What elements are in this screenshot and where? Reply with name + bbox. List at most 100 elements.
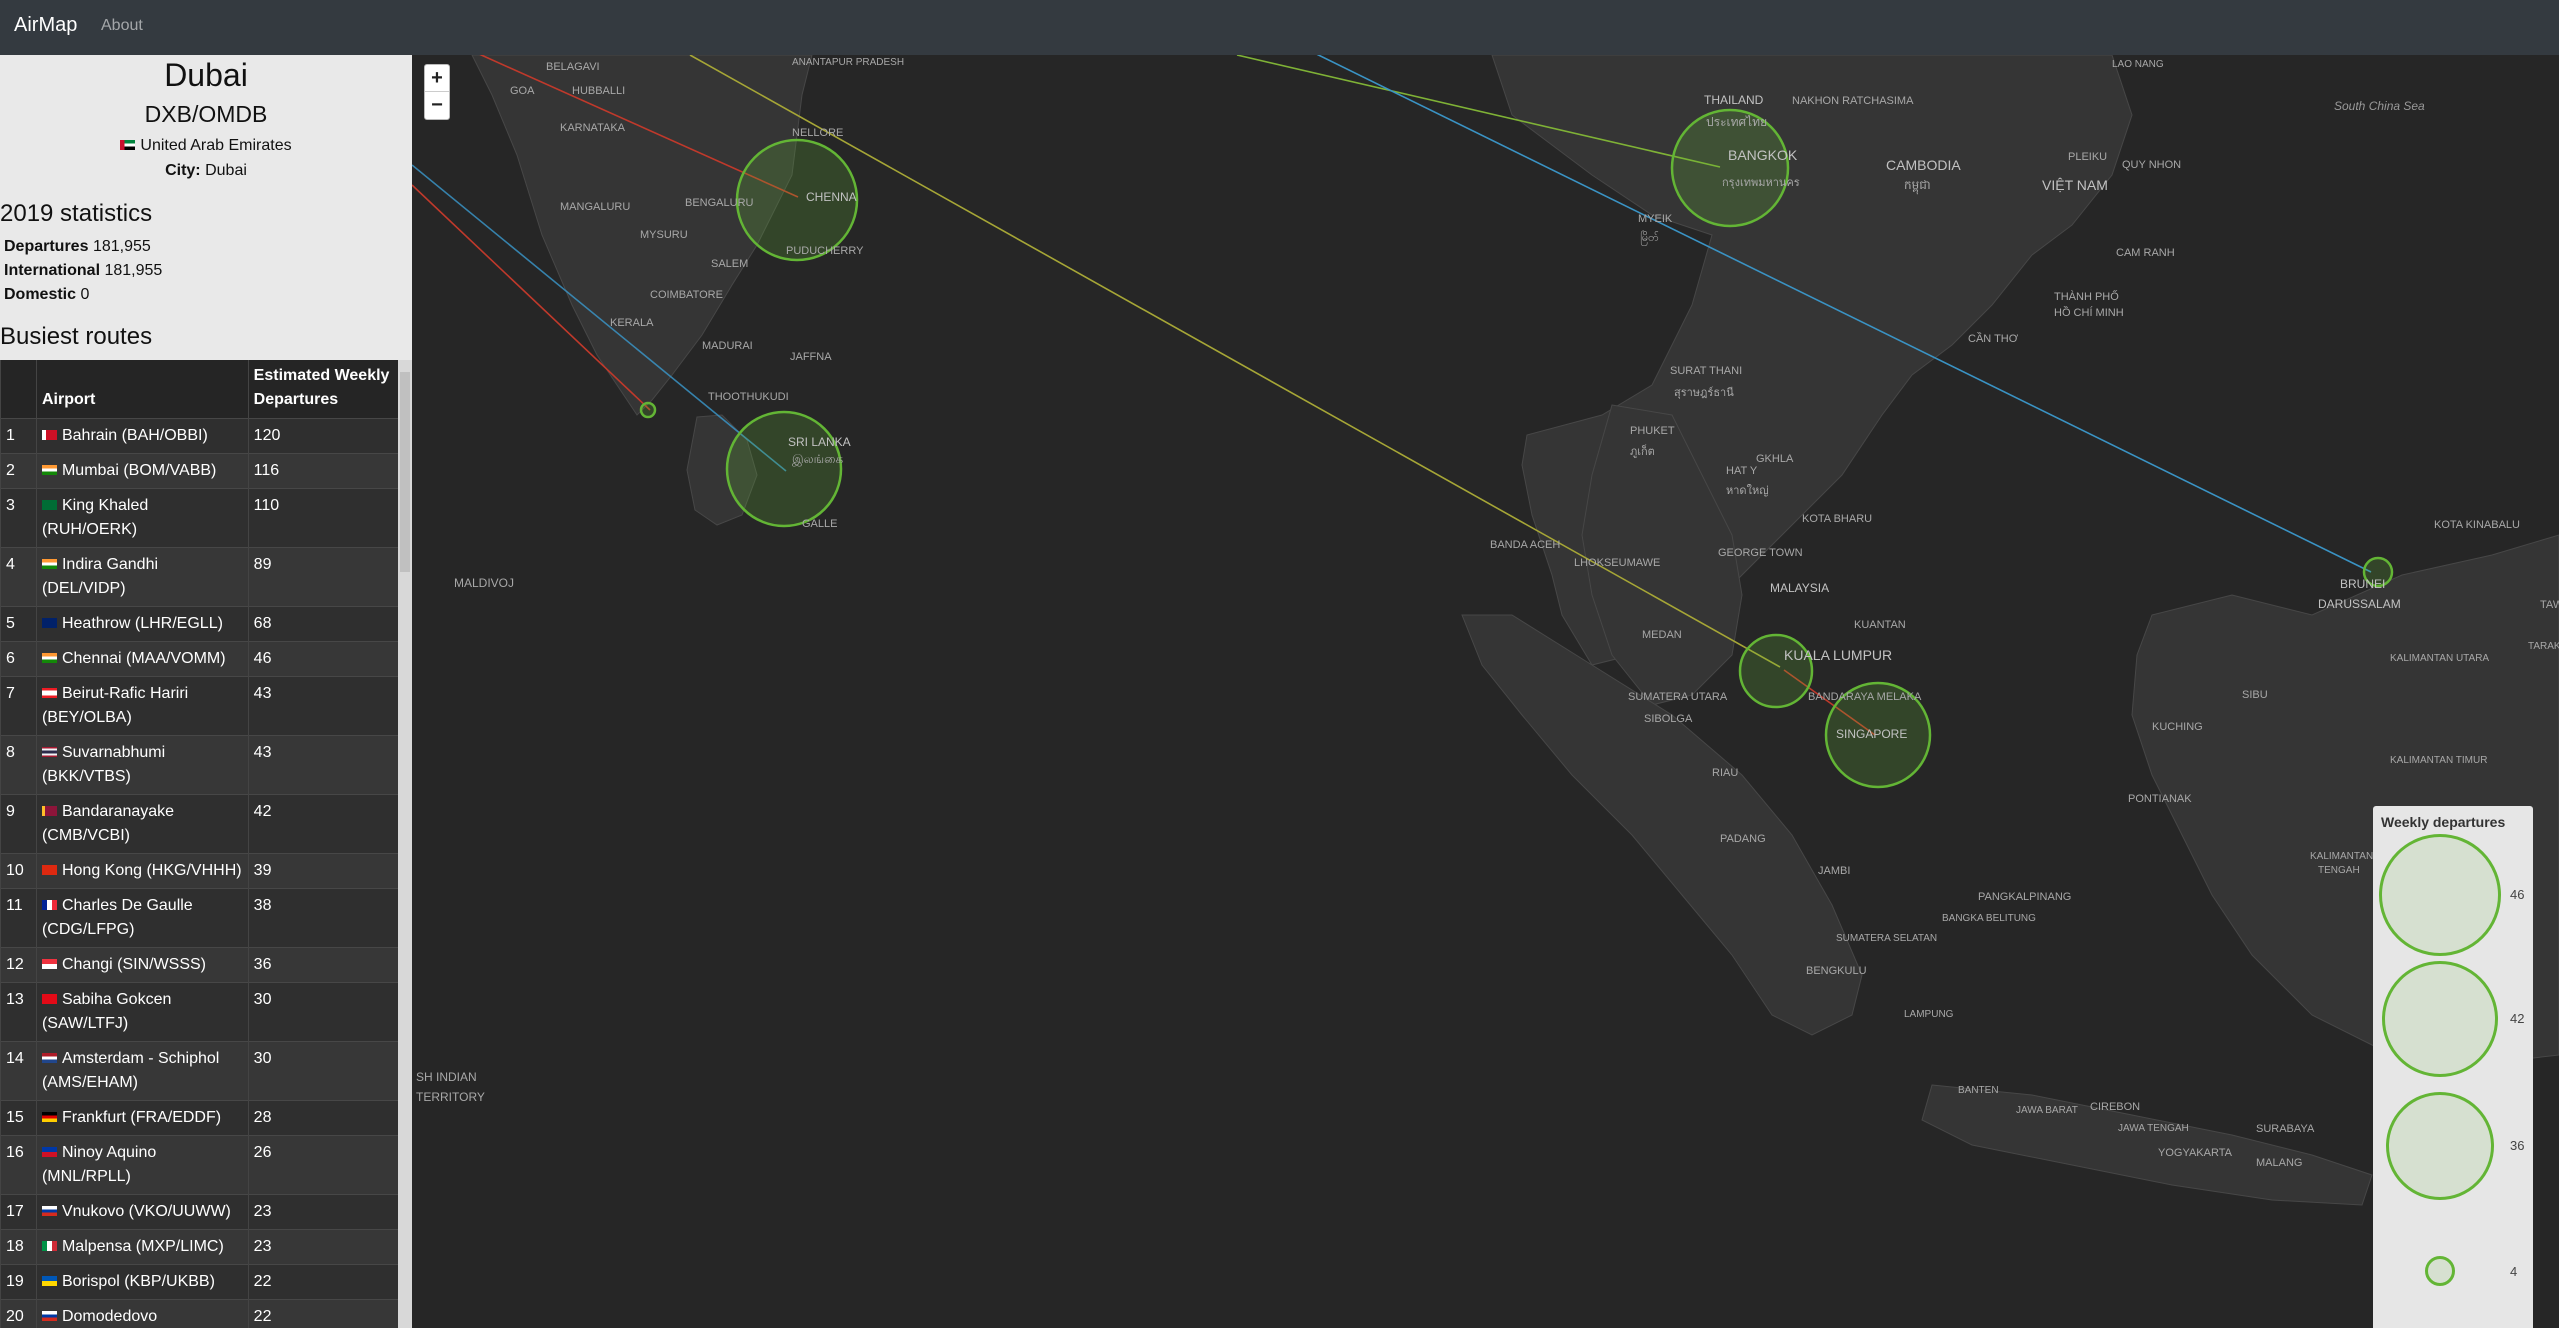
- stat-value: 181,955: [92, 238, 151, 255]
- city-value: Dubai: [205, 162, 247, 179]
- table-row[interactable]: 9 Bandaranayake (CMB/VCBI) 42: [0, 794, 398, 854]
- route-airport-name[interactable]: Beirut-Rafic Hariri (BEY/OLBA): [42, 685, 188, 726]
- table-row[interactable]: 13 Sabiha Gokcen (SAW/LTFJ) 30: [0, 982, 398, 1042]
- place-label: THAILAND: [1704, 93, 1764, 107]
- table-row[interactable]: 8 Suvarnabhumi (BKK/VTBS) 43: [0, 735, 398, 795]
- stat-international: International 181,955: [4, 262, 162, 280]
- route-airport-cell[interactable]: Amsterdam - Schiphol (AMS/EHAM): [35, 1041, 249, 1101]
- route-airport-name[interactable]: Indira Gandhi (DEL/VIDP): [42, 556, 158, 597]
- map-canvas[interactable]: BELAGAVI ANANTAPUR PRADESH GOA HUBBALLI …: [412, 55, 2559, 1328]
- route-airport-cell[interactable]: Mumbai (BOM/VABB): [35, 453, 249, 489]
- place-label: MALANG: [2256, 1157, 2303, 1169]
- airport-marker-kuala-lumpur: [1738, 633, 1814, 709]
- place-label: COIMBATORE: [650, 289, 723, 301]
- table-row[interactable]: 1 Bahrain (BAH/OBBI) 120: [0, 418, 398, 454]
- route-airport-cell[interactable]: Changi (SIN/WSSS): [35, 947, 249, 983]
- route-airport-name[interactable]: Hong Kong (HKG/VHHH): [62, 862, 242, 879]
- route-airport-name[interactable]: Ninoy Aquino (MNL/RPLL): [42, 1144, 156, 1185]
- legend-title: Weekly departures: [2381, 814, 2506, 830]
- table-row[interactable]: 3 King Khaled (RUH/OERK) 110: [0, 488, 398, 548]
- table-scrollbar[interactable]: [398, 360, 412, 1328]
- country-flag-icon: [41, 687, 57, 698]
- route-airport-cell[interactable]: Beirut-Rafic Hariri (BEY/OLBA): [35, 676, 249, 736]
- route-airport-cell[interactable]: King Khaled (RUH/OERK): [35, 488, 249, 548]
- route-departures: 43: [247, 676, 398, 736]
- route-airport-name[interactable]: Charles De Gaulle (CDG/LFPG): [42, 897, 193, 938]
- place-label: SINGAPORE: [1836, 727, 1908, 741]
- table-row[interactable]: 19 Borispol (KBP/UKBB) 22: [0, 1264, 398, 1300]
- table-row[interactable]: 6 Chennai (MAA/VOMM) 46: [0, 641, 398, 677]
- route-airport-cell[interactable]: Chennai (MAA/VOMM): [35, 641, 249, 677]
- route-airport-cell[interactable]: Indira Gandhi (DEL/VIDP): [35, 547, 249, 607]
- airport-country: United Arab Emirates: [0, 137, 412, 155]
- route-airport-cell[interactable]: Suvarnabhumi (BKK/VTBS): [35, 735, 249, 795]
- table-row[interactable]: 20Domodedovo (DME/UUDD) 22: [0, 1299, 398, 1328]
- table-row[interactable]: 16 Ninoy Aquino (MNL/RPLL) 26: [0, 1135, 398, 1195]
- airport-header[interactable]: Airport: [35, 360, 249, 419]
- route-airport-name[interactable]: Changi (SIN/WSSS): [62, 956, 206, 973]
- route-airport-cell[interactable]: Frankfurt (FRA/EDDF): [35, 1100, 249, 1136]
- route-airport-name[interactable]: Mumbai (BOM/VABB): [62, 462, 216, 479]
- java-land: [1921, 1084, 2373, 1206]
- route-airport-cell[interactable]: Vnukovo (VKO/UUWW): [35, 1194, 249, 1230]
- country-flag-icon: [41, 652, 57, 663]
- place-label: กรุงเทพมหานคร: [1722, 177, 1800, 189]
- place-label: MYEIK: [1638, 213, 1673, 225]
- departures-header[interactable]: Estimated Weekly Departures: [247, 360, 398, 419]
- table-row[interactable]: 18 Malpensa (MXP/LIMC) 23: [0, 1229, 398, 1265]
- route-airport-name[interactable]: Heathrow (LHR/EGLL): [62, 615, 223, 632]
- route-airport-name[interactable]: Amsterdam - Schiphol (AMS/EHAM): [42, 1050, 219, 1091]
- route-airport-cell[interactable]: Malpensa (MXP/LIMC): [35, 1229, 249, 1265]
- table-row[interactable]: 12 Changi (SIN/WSSS) 36: [0, 947, 398, 983]
- place-label: SIBOLGA: [1644, 713, 1693, 725]
- route-departures: 120: [247, 418, 398, 454]
- route-airport-name[interactable]: Sabiha Gokcen (SAW/LTFJ): [42, 991, 171, 1032]
- place-label: BANTEN: [1958, 1085, 1999, 1096]
- route-airport-cell[interactable]: Heathrow (LHR/EGLL): [35, 606, 249, 642]
- table-row[interactable]: 4 Indira Gandhi (DEL/VIDP) 89: [0, 547, 398, 607]
- zoom-in-button[interactable]: +: [425, 65, 449, 92]
- table-row[interactable]: 14 Amsterdam - Schiphol (AMS/EHAM) 30: [0, 1041, 398, 1101]
- route-airport-cell[interactable]: Bahrain (BAH/OBBI): [35, 418, 249, 454]
- route-airport-cell[interactable]: Bandaranayake (CMB/VCBI): [35, 794, 249, 854]
- stats-title: 2019 statistics: [0, 200, 153, 227]
- table-row[interactable]: 15 Frankfurt (FRA/EDDF) 28: [0, 1100, 398, 1136]
- route-airport-name[interactable]: Malpensa (MXP/LIMC): [62, 1238, 224, 1255]
- table-row[interactable]: 7 Beirut-Rafic Hariri (BEY/OLBA) 43: [0, 676, 398, 736]
- about-link[interactable]: About: [101, 17, 143, 35]
- legend-label: 42: [2510, 1011, 2525, 1026]
- route-airport-name[interactable]: Chennai (MAA/VOMM): [62, 650, 226, 667]
- table-row[interactable]: 5 Heathrow (LHR/EGLL) 68: [0, 606, 398, 642]
- table-row[interactable]: 10 Hong Kong (HKG/VHHH) 39: [0, 853, 398, 889]
- place-label: THOOTHUKUDI: [708, 391, 789, 403]
- stat-value: 0: [80, 286, 90, 303]
- route-airport-name[interactable]: Suvarnabhumi (BKK/VTBS): [42, 744, 165, 785]
- route-airport-name[interactable]: Vnukovo (VKO/UUWW): [62, 1203, 231, 1220]
- route-airport-cell[interactable]: Sabiha Gokcen (SAW/LTFJ): [35, 982, 249, 1042]
- country-flag-icon: [41, 1146, 57, 1157]
- route-airport-name[interactable]: Bandaranayake (CMB/VCBI): [42, 803, 174, 844]
- place-label: ภูเก็ต: [1630, 446, 1655, 458]
- brand-link[interactable]: AirMap: [14, 14, 77, 37]
- route-airport-name[interactable]: King Khaled (RUH/OERK): [42, 497, 148, 538]
- table-row[interactable]: 11 Charles De Gaulle (CDG/LFPG) 38: [0, 888, 398, 948]
- route-airport-cell[interactable]: Ninoy Aquino (MNL/RPLL): [35, 1135, 249, 1195]
- stat-label: Domestic: [4, 286, 77, 303]
- zoom-out-button[interactable]: −: [425, 92, 449, 118]
- table-row[interactable]: 2 Mumbai (BOM/VABB) 116: [0, 453, 398, 489]
- route-airport-name[interactable]: Domodedovo (DME/UUDD): [42, 1308, 157, 1328]
- route-airport-name[interactable]: Bahrain (BAH/OBBI): [62, 427, 208, 444]
- route-departures: 39: [247, 853, 398, 889]
- route-airport-name[interactable]: Borispol (KBP/UKBB): [62, 1273, 215, 1290]
- route-airport-cell[interactable]: Hong Kong (HKG/VHHH): [35, 853, 249, 889]
- route-airport-cell[interactable]: Domodedovo (DME/UUDD): [35, 1299, 249, 1328]
- place-label: JAWA BARAT: [2016, 1105, 2078, 1116]
- route-airport-name[interactable]: Frankfurt (FRA/EDDF): [62, 1109, 221, 1126]
- route-airport-cell[interactable]: Charles De Gaulle (CDG/LFPG): [35, 888, 249, 948]
- route-rank: 15: [0, 1100, 37, 1136]
- place-label: RIAU: [1712, 767, 1739, 779]
- route-airport-cell[interactable]: Borispol (KBP/UKBB): [35, 1264, 249, 1300]
- table-row[interactable]: 17 Vnukovo (VKO/UUWW) 23: [0, 1194, 398, 1230]
- place-label: SURAT THANI: [1670, 365, 1743, 377]
- scroll-thumb[interactable]: [400, 372, 410, 572]
